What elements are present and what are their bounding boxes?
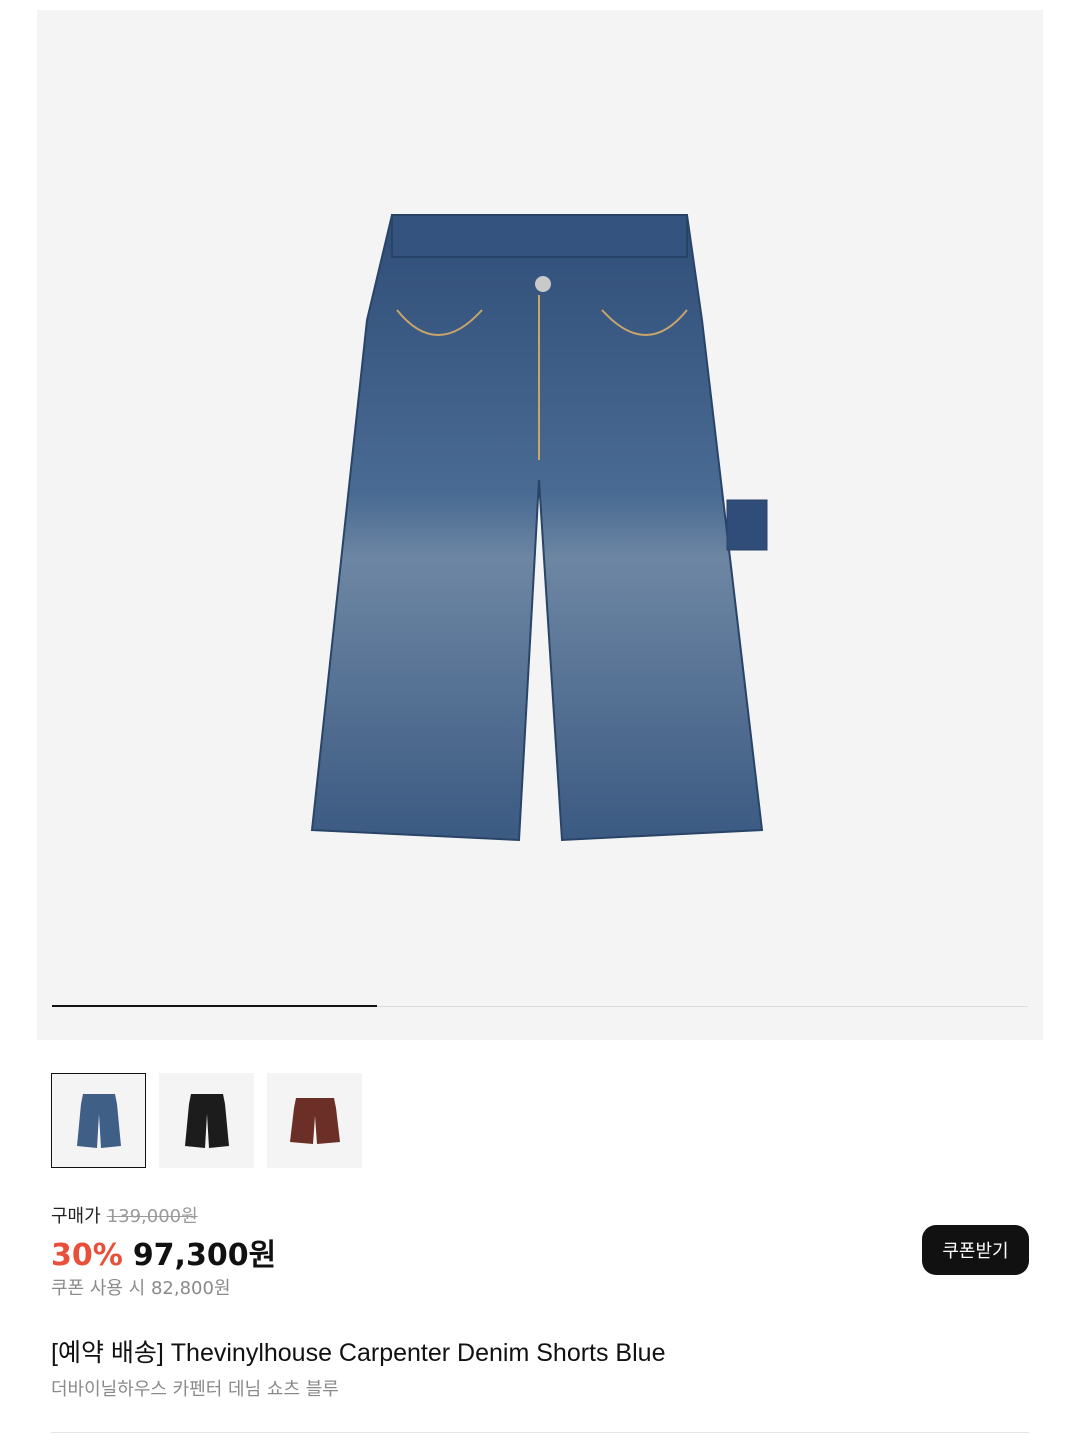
thumbnail-blue[interactable] xyxy=(51,1073,146,1168)
divider xyxy=(51,1432,1029,1433)
price-label-row: 구매가 139,000원 xyxy=(51,1202,198,1228)
product-image-gallery[interactable] xyxy=(37,10,1043,1040)
thumbnail-brown[interactable] xyxy=(267,1073,362,1168)
product-subtitle: 더바이닐하우스 카펜터 데님 쇼츠 블루 xyxy=(51,1379,339,1400)
coupon-price-note: 쿠폰 사용 시 82,800원 xyxy=(51,1278,231,1299)
price-label: 구매가 xyxy=(51,1206,101,1227)
sale-price: 97,300원 xyxy=(132,1238,277,1273)
gallery-progress-indicator xyxy=(52,1005,377,1007)
thumbnail-black[interactable] xyxy=(159,1073,254,1168)
thumbnail-list xyxy=(51,1073,362,1168)
original-price: 139,000원 xyxy=(106,1206,198,1227)
discount-rate: 30% xyxy=(51,1238,123,1273)
gallery-progress-track xyxy=(52,1005,1028,1007)
price-row: 30% 97,300원 xyxy=(51,1230,276,1274)
shorts-thumbnail-image xyxy=(184,1093,229,1148)
shorts-thumbnail-image xyxy=(289,1097,340,1144)
product-main-image xyxy=(310,214,768,842)
product-title: [예약 배송] Thevinylhouse Carpenter Denim Sh… xyxy=(51,1339,666,1367)
shorts-thumbnail-image xyxy=(76,1093,121,1148)
get-coupon-button[interactable]: 쿠폰받기 xyxy=(922,1225,1029,1275)
